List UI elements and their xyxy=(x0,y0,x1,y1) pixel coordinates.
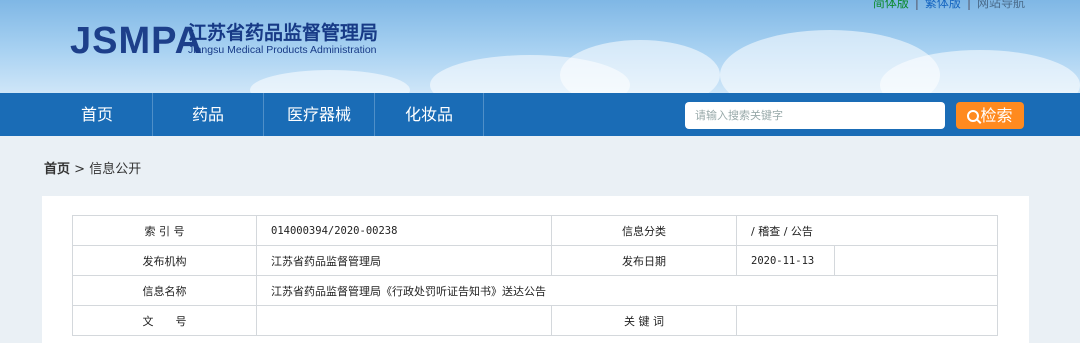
breadcrumb-home[interactable]: 首页 xyxy=(44,162,70,177)
search-input[interactable]: 请输入搜索关键字 xyxy=(685,102,945,129)
name-value: 江苏省药品监督管理局《行政处罚听证告知书》送达公告 xyxy=(256,275,998,306)
breadcrumb: 首页 > 信息公开 xyxy=(44,162,142,177)
sitemap-link[interactable]: 网站导航 xyxy=(977,0,1025,10)
nav-item-drugs[interactable]: 药品 xyxy=(153,93,263,136)
site-title-en: Jiangsu Medical Products Administration xyxy=(188,44,377,56)
breadcrumb-current: 信息公开 xyxy=(89,162,142,177)
empty-cell xyxy=(834,245,998,276)
name-label: 信息名称 xyxy=(72,275,257,306)
info-table: 索 引 号 014000394/2020-00238 信息分类 / 稽查 / 公… xyxy=(72,215,998,336)
search-button[interactable]: 检索 xyxy=(956,102,1024,129)
table-row: 发布机构 江苏省药品监督管理局 发布日期 2020-11-13 xyxy=(72,245,998,276)
category-value: / 稽查 / 公告 xyxy=(736,215,998,246)
site-title-cn: 江苏省药品监督管理局 xyxy=(188,22,379,44)
table-row: 文 号 关 键 词 xyxy=(72,305,998,336)
doc-label: 文 号 xyxy=(72,305,257,336)
search-icon xyxy=(967,110,980,122)
nav-item-home[interactable]: 首页 xyxy=(42,93,152,136)
language-links: 简体版 | 繁体版 | 网站导航 xyxy=(870,0,1028,11)
index-label: 索 引 号 xyxy=(72,215,257,246)
nav-item-cosmetics[interactable]: 化妆品 xyxy=(375,93,483,136)
site-logo[interactable]: JSMPA xyxy=(70,20,203,63)
simplified-link[interactable]: 简体版 xyxy=(873,0,909,10)
index-value: 014000394/2020-00238 xyxy=(256,215,552,246)
site-header: JSMPA 江苏省药品监督管理局 Jiangsu Medical Product… xyxy=(0,0,1080,93)
category-label: 信息分类 xyxy=(551,215,737,246)
date-value: 2020-11-13 xyxy=(736,245,835,276)
doc-value xyxy=(256,305,552,336)
org-value: 江苏省药品监督管理局 xyxy=(256,245,552,276)
nav-item-devices[interactable]: 医疗器械 xyxy=(264,93,374,136)
keyword-value xyxy=(736,305,998,336)
keyword-label: 关 键 词 xyxy=(551,305,737,336)
org-label: 发布机构 xyxy=(72,245,257,276)
table-row: 信息名称 江苏省药品监督管理局《行政处罚听证告知书》送达公告 xyxy=(72,275,998,306)
traditional-link[interactable]: 繁体版 xyxy=(925,0,961,10)
date-label: 发布日期 xyxy=(551,245,737,276)
table-row: 索 引 号 014000394/2020-00238 信息分类 / 稽查 / 公… xyxy=(72,215,998,246)
